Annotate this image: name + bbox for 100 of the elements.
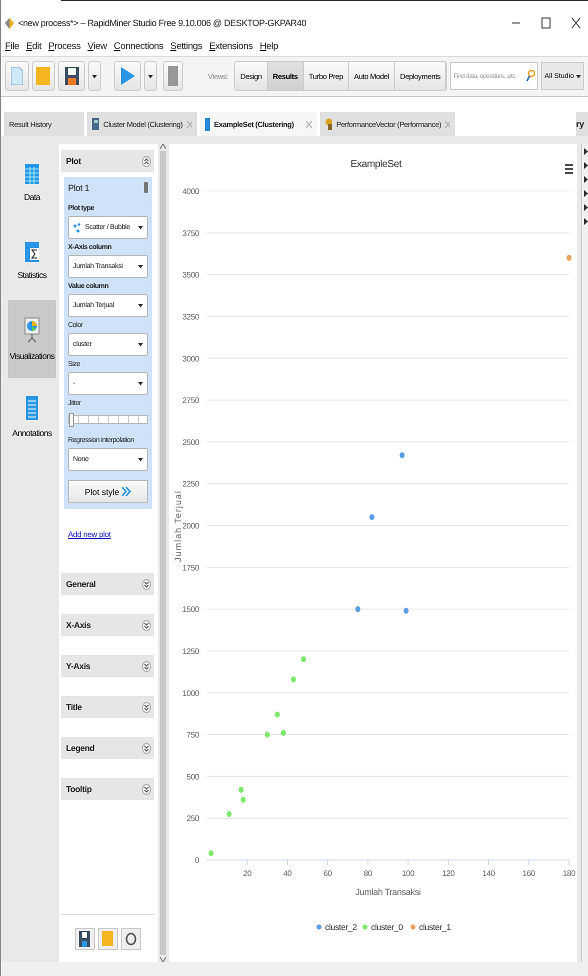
y-tick-label: 750 (186, 730, 199, 740)
section-header[interactable]: Tooltip (61, 778, 154, 800)
x-tick-label: 20 (243, 869, 252, 878)
y-axis-title: Jumlah Terjual (173, 490, 183, 562)
scroll-up-icon[interactable] (160, 144, 166, 150)
stop-icon (168, 66, 178, 86)
x-tick-label: 180 (562, 869, 576, 878)
y-tick-label: 500 (186, 772, 199, 782)
refresh-button[interactable] (120, 928, 140, 950)
nav-item[interactable]: Annotations (8, 378, 56, 456)
data-point (238, 787, 244, 794)
nav-item[interactable]: Statistics (8, 222, 56, 300)
x-tick-label: 120 (442, 869, 455, 878)
dropdown-button[interactable] (144, 61, 158, 92)
folder-icon (102, 931, 113, 946)
model-icon (92, 118, 100, 130)
data-point (400, 452, 405, 459)
menu-item[interactable]: Edit (26, 40, 42, 52)
y-tick-label: 2750 (182, 396, 199, 406)
legend-label[interactable]: cluster_1 (419, 922, 451, 932)
data-point (355, 606, 360, 613)
document-icon (10, 67, 23, 86)
y-tick-label: 2500 (182, 438, 199, 448)
y-tick-label: 3250 (182, 312, 199, 322)
y-tick-label: 3000 (182, 354, 199, 364)
notes-icon (26, 396, 38, 420)
y-tick-label: 1000 (182, 689, 199, 698)
caret-icon (138, 303, 143, 308)
menu-item[interactable]: Settings (170, 40, 202, 52)
expand-icon[interactable] (142, 702, 151, 713)
x-tick-label: 140 (482, 869, 495, 878)
scroll-down-icon[interactable] (160, 957, 166, 962)
x-tick-label: 80 (364, 869, 372, 878)
y-tick-label: 1250 (182, 647, 199, 656)
jitter-slider[interactable] (68, 415, 148, 424)
section-header[interactable]: Plot (61, 150, 154, 172)
menu-item[interactable]: View (88, 40, 107, 52)
x-axis-title: Jumlah Transaksi (355, 887, 421, 898)
presentation-chart-icon (24, 317, 40, 344)
expand-icon[interactable] (142, 620, 151, 631)
section-header[interactable]: Legend (61, 737, 154, 760)
menu-item[interactable]: Extensions (209, 40, 253, 52)
y-tick-label: 4000 (182, 187, 199, 196)
x-tick-label: 160 (522, 869, 535, 878)
menu-item[interactable]: Help (260, 40, 278, 52)
data-point (264, 732, 270, 738)
nav-item[interactable]: Visualizations (8, 300, 56, 378)
legend-label[interactable]: cluster_2 (325, 922, 357, 932)
section-header[interactable]: General (61, 573, 154, 596)
menu-icon[interactable] (565, 164, 573, 174)
caret-icon (138, 457, 143, 462)
section-header[interactable]: Y-Axis (61, 655, 154, 678)
save-button[interactable] (58, 61, 86, 92)
section-header[interactable]: Title (61, 696, 154, 718)
y-tick-label: 3750 (182, 229, 199, 238)
caret-icon (138, 264, 143, 270)
plot-title: Plot 1 (68, 182, 90, 193)
folder-icon (36, 67, 50, 86)
chevrons-icon (122, 487, 132, 496)
data-point (208, 850, 214, 857)
caret-icon (148, 74, 154, 79)
data-point (240, 797, 246, 804)
caret-icon (138, 342, 143, 348)
y-tick-label: 0 (194, 856, 199, 866)
y-tick-label: 2000 (182, 522, 199, 531)
section-header[interactable]: X-Axis (61, 614, 154, 636)
caret-icon (138, 381, 143, 386)
data-point (369, 514, 374, 521)
legend-label[interactable]: cluster_0 (371, 922, 403, 932)
x-tick-label: 100 (402, 869, 414, 878)
menu-item[interactable]: File (5, 40, 20, 52)
plot-style-button[interactable]: Plot style (68, 480, 148, 504)
expand-icon[interactable] (142, 660, 151, 672)
dropdown-button[interactable] (88, 61, 102, 92)
run-button[interactable] (114, 61, 142, 92)
close-icon[interactable] (570, 17, 582, 30)
expand-icon[interactable] (142, 742, 151, 754)
nav-item[interactable]: Data (8, 144, 56, 222)
add-plot-link[interactable]: Add new plot (68, 530, 154, 540)
expand-icon[interactable] (142, 578, 151, 590)
menu-item[interactable]: Connections (114, 40, 164, 52)
statistics-icon (25, 242, 39, 262)
y-tick-label: 1500 (182, 606, 199, 615)
data-point (280, 730, 286, 736)
save-button[interactable] (74, 928, 94, 950)
expand-icon[interactable] (142, 784, 151, 795)
y-tick-label: 1750 (182, 564, 199, 573)
table-icon (25, 164, 39, 184)
menu-item[interactable]: Process (48, 40, 81, 52)
app-logo-icon (5, 18, 14, 29)
maximize-icon[interactable] (540, 17, 552, 30)
trash-icon[interactable] (144, 182, 148, 194)
collapse-icon[interactable] (142, 156, 151, 167)
slider-thumb[interactable] (69, 413, 74, 428)
side-tab[interactable]: ry (576, 112, 588, 136)
stop-button[interactable] (163, 61, 184, 92)
window-title: <new process*> – RapidMiner Studio Free 9.10.006 @ DESKTOP-GKPAR40 (18, 18, 308, 28)
y-tick-label: 2250 (182, 480, 199, 490)
data-point (226, 811, 232, 818)
y-tick-label: 3500 (182, 271, 199, 280)
